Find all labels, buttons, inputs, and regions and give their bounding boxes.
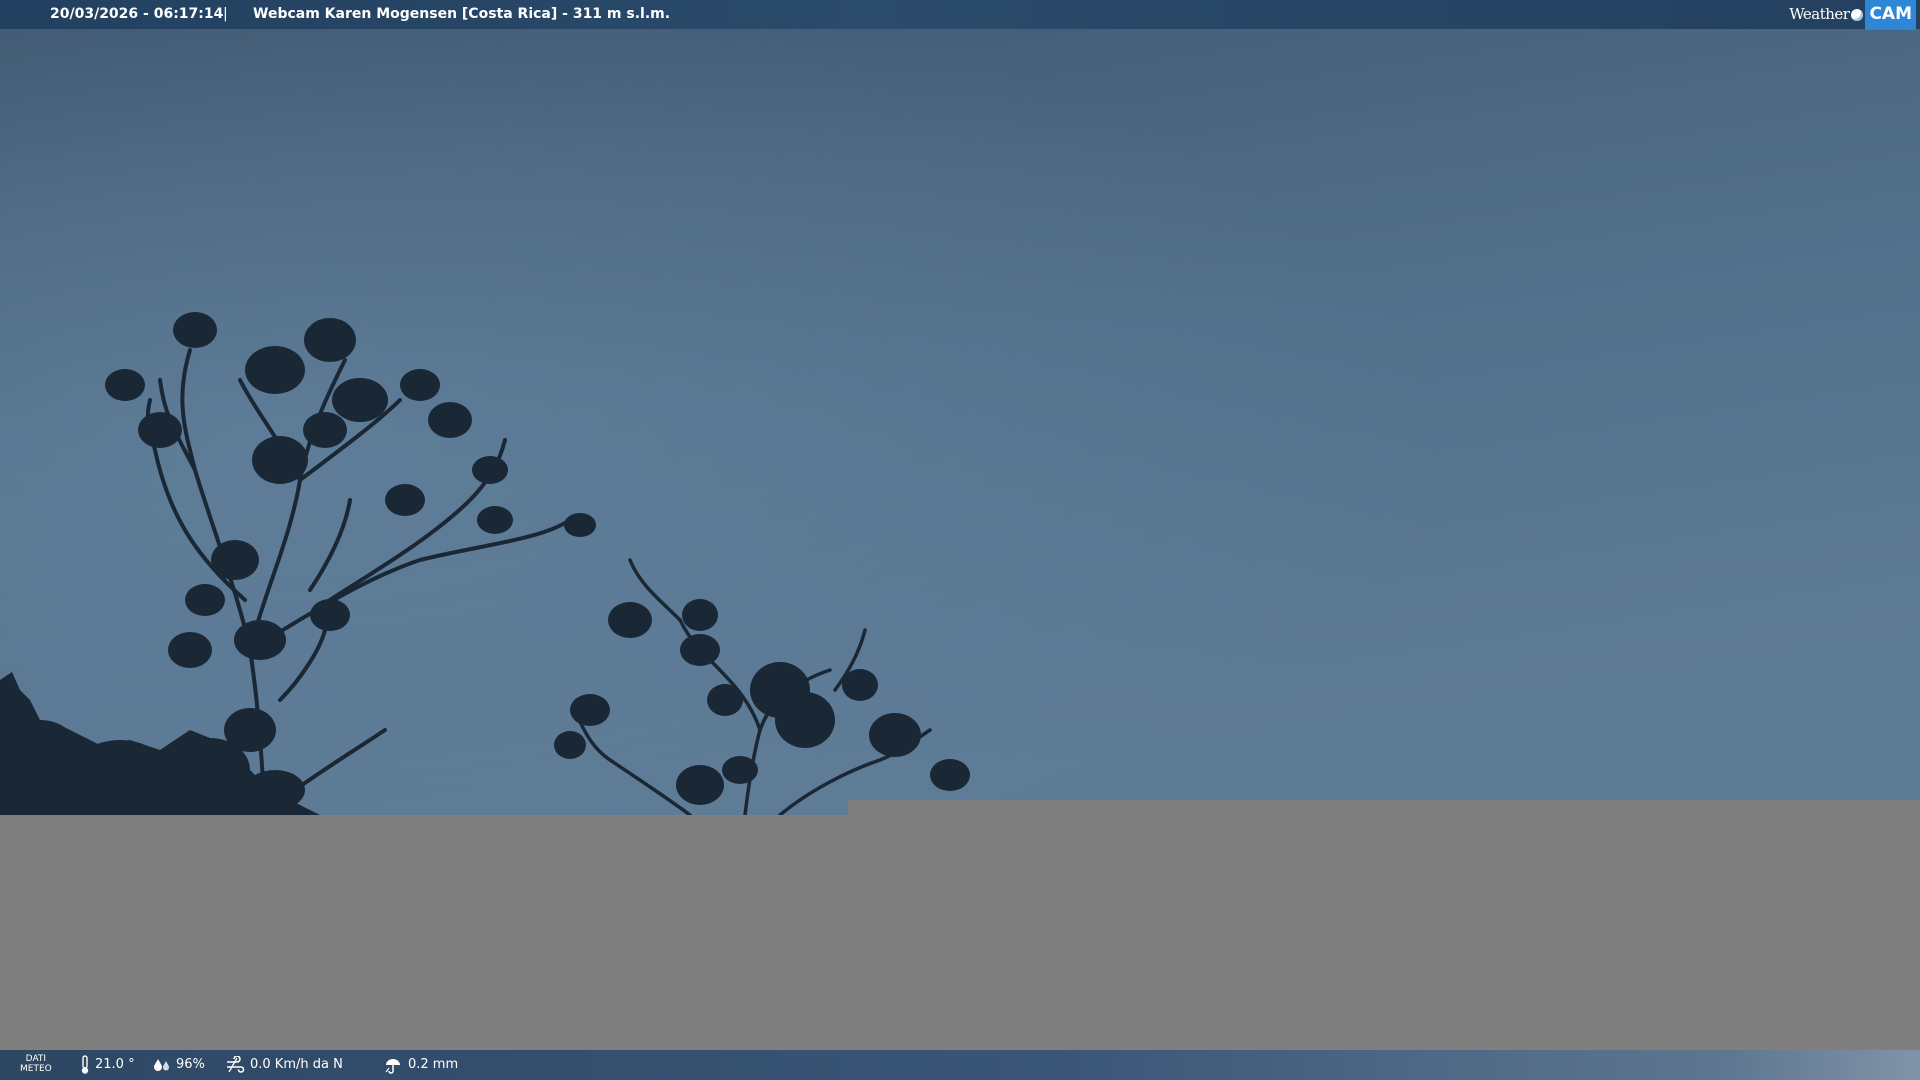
webcam-image [0, 0, 1920, 1080]
humidity-drops-icon [153, 1057, 171, 1073]
gray-lower-panel [0, 815, 1920, 1080]
weather-data-label-line2: METEO [20, 1064, 52, 1074]
header-separator: | [223, 6, 228, 22]
wind-value: 0.0 Km/h da N [250, 1057, 343, 1072]
logo-globe-icon [1851, 8, 1864, 21]
logo-weather-text: Weather [1789, 5, 1850, 23]
rain-value: 0.2 mm [408, 1057, 459, 1072]
humidity-value: 96% [176, 1057, 205, 1072]
thermometer-icon [80, 1055, 90, 1075]
humidity-reading: 96% [153, 1050, 205, 1080]
weather-data-label: DATI METEO [20, 1054, 52, 1074]
rain-reading: 0.2 mm [383, 1050, 458, 1080]
weather-data-label-line1: DATI [25, 1054, 47, 1064]
temperature-value: 21.0 ° [95, 1057, 135, 1072]
wind-icon [225, 1056, 245, 1074]
timestamp: 20/03/2026 - 06:17:14 [50, 6, 224, 22]
gray-lower-panel-step [848, 800, 1920, 820]
wind-reading: 0.0 Km/h da N [225, 1050, 343, 1080]
header-bar: 20/03/2026 - 06:17:14 | Webcam Karen Mog… [0, 0, 1920, 30]
logo-cam-text: CAM [1865, 0, 1916, 30]
camera-title: Webcam Karen Mogensen [Costa Rica] - 311… [253, 6, 671, 22]
weathercam-logo[interactable]: Weather CAM [1789, 0, 1920, 30]
weather-data-bar: DATI METEO 21.0 ° 96% 0.0 Km/h da N 0.2 … [0, 1050, 1920, 1080]
temperature-reading: 21.0 ° [80, 1050, 135, 1080]
rain-icon [383, 1056, 403, 1074]
